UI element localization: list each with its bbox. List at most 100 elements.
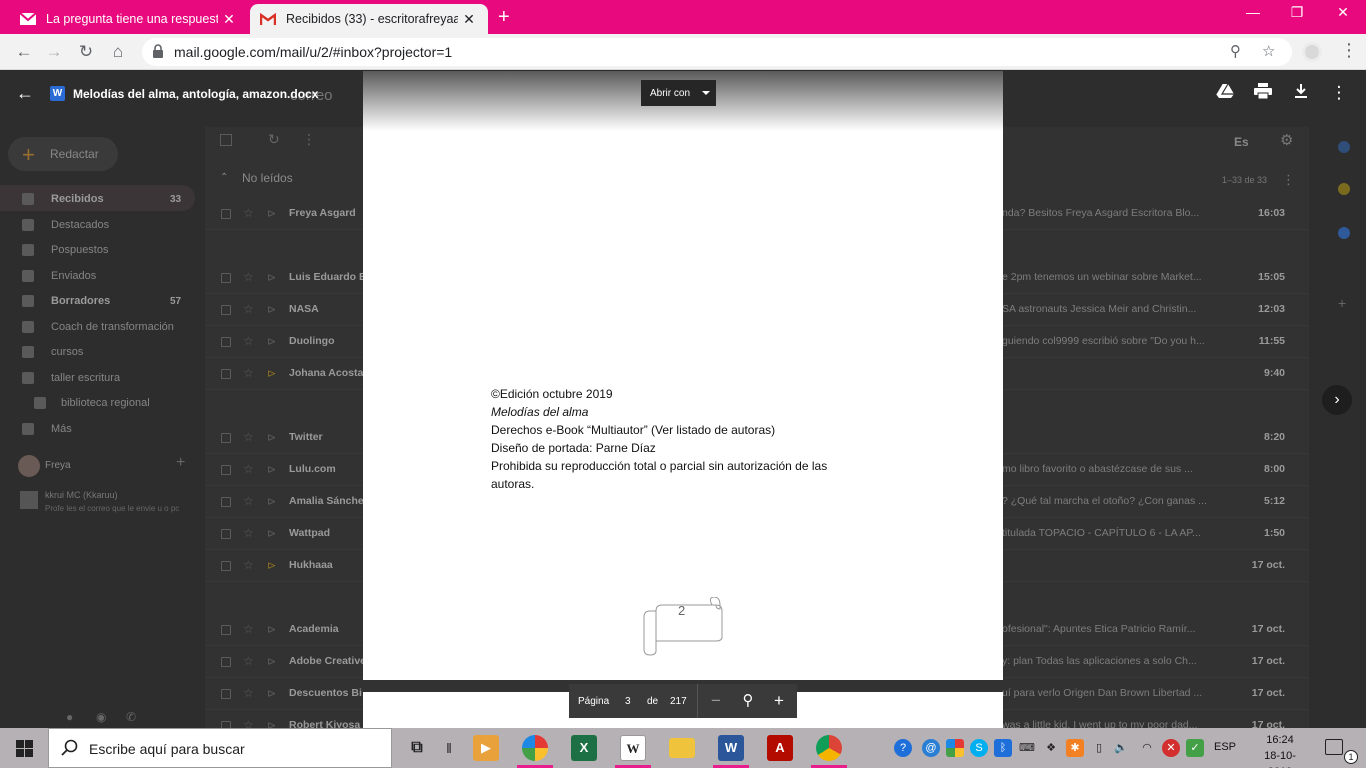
hangout-contact[interactable]: kkrui MC (Kkaruu) [45, 490, 118, 500]
row-checkbox[interactable] [221, 369, 231, 379]
important-marker-icon[interactable]: ⊳ [267, 655, 276, 668]
row-checkbox[interactable] [221, 465, 231, 475]
browser-tab-2-active[interactable]: Recibidos (33) - escritorafreyaasgard ✕ [250, 4, 488, 34]
office-tray-icon[interactable] [946, 739, 964, 757]
sidebar-item[interactable]: Coach de transformación [0, 315, 200, 339]
tasks-icon[interactable] [1338, 227, 1350, 239]
star-icon[interactable]: ☆ [243, 622, 254, 636]
refresh-icon[interactable]: ↻ [268, 131, 280, 148]
row-checkbox[interactable] [221, 625, 231, 635]
input-language-button[interactable]: Es [1234, 135, 1249, 149]
important-marker-icon[interactable]: ⊳ [267, 719, 276, 728]
close-viewer-back-icon[interactable]: ← [16, 83, 34, 104]
antivirus-alert-icon[interactable]: ✕ [1162, 739, 1180, 757]
forward-icon[interactable]: → [44, 42, 64, 62]
sidebar-item[interactable]: Destacados [0, 213, 200, 237]
row-checkbox[interactable] [221, 721, 231, 728]
zoom-icon[interactable]: ⚲ [1230, 42, 1241, 60]
action-center-icon[interactable] [1325, 739, 1343, 755]
sidebar-item[interactable]: Pospuestos [0, 238, 200, 262]
sidebar-item[interactable]: Más [0, 417, 200, 441]
acrobat-icon[interactable]: A [767, 735, 793, 761]
row-checkbox[interactable] [221, 209, 231, 219]
dropbox-icon[interactable]: ❖ [1042, 739, 1060, 757]
zoom-out-icon[interactable]: − [707, 691, 725, 711]
calendar-icon[interactable] [1338, 141, 1350, 153]
open-with-button[interactable]: Abrir con [641, 80, 716, 106]
avast-icon[interactable]: ✱ [1066, 739, 1084, 757]
section-heading[interactable]: No leídos [242, 171, 293, 185]
sync-icon[interactable]: @ [922, 739, 940, 757]
minimize-icon[interactable]: — [1230, 4, 1276, 20]
important-marker-icon[interactable]: ⊳ [267, 623, 276, 636]
person-icon[interactable]: ● [66, 710, 73, 724]
download-icon[interactable] [1290, 83, 1312, 104]
star-icon[interactable]: ☆ [243, 558, 254, 572]
add-hangout-icon[interactable]: + [176, 454, 185, 472]
star-icon[interactable]: ☆ [243, 366, 254, 380]
star-icon[interactable]: ☆ [243, 462, 254, 476]
important-marker-icon[interactable]: ⊳ [267, 335, 276, 348]
important-marker-icon[interactable]: ⊳ [267, 303, 276, 316]
excel-icon[interactable]: X [571, 735, 597, 761]
row-checkbox[interactable] [221, 657, 231, 667]
battery-icon[interactable]: ▯ [1090, 739, 1108, 757]
sidebar-item[interactable]: Enviados [0, 264, 200, 288]
wifi-icon[interactable]: ◠ [1138, 739, 1156, 757]
row-checkbox[interactable] [221, 497, 231, 507]
hangout-avatar[interactable] [18, 455, 40, 477]
address-bar[interactable]: mail.google.com/mail/u/2/#inbox?projecto… [142, 38, 1292, 66]
row-checkbox[interactable] [221, 561, 231, 571]
system-clock[interactable]: 16:24 18-10-2019 [1255, 732, 1305, 768]
star-icon[interactable]: ☆ [243, 302, 254, 316]
row-checkbox[interactable] [221, 305, 231, 315]
sidebar-item[interactable]: Recibidos 33 [0, 187, 200, 211]
sidebar-item[interactable]: cursos [0, 340, 200, 364]
star-icon[interactable]: ☆ [243, 334, 254, 348]
star-icon[interactable]: ☆ [243, 654, 254, 668]
keep-icon[interactable] [1338, 183, 1350, 195]
add-to-drive-icon[interactable] [1214, 83, 1236, 104]
sidebar-item[interactable]: taller escritura [0, 366, 200, 390]
row-checkbox[interactable] [221, 689, 231, 699]
bookmark-star-icon[interactable]: ☆ [1262, 42, 1275, 60]
reload-icon[interactable]: ↻ [76, 42, 96, 62]
volume-icon[interactable]: 🔈 [1112, 739, 1130, 757]
new-tab-icon[interactable]: + [498, 6, 510, 29]
star-icon[interactable]: ☆ [243, 270, 254, 284]
important-marker-icon[interactable]: ⊳ [267, 367, 276, 380]
important-marker-icon[interactable]: ⊳ [267, 495, 276, 508]
help-icon[interactable]: ? [894, 739, 912, 757]
select-all-checkbox[interactable] [220, 134, 232, 146]
star-icon[interactable]: ☆ [243, 686, 254, 700]
star-icon[interactable]: ☆ [243, 430, 254, 444]
close-tab-icon[interactable]: ✕ [220, 11, 238, 28]
important-marker-icon[interactable]: ⊳ [267, 463, 276, 476]
important-marker-icon[interactable]: ⊳ [267, 687, 276, 700]
chrome-icon[interactable] [816, 735, 842, 761]
keyboard-icon[interactable]: ⌨ [1018, 739, 1036, 757]
current-page-input[interactable]: 3 [625, 696, 631, 707]
zoom-in-icon[interactable]: + [770, 691, 788, 711]
star-icon[interactable]: ☆ [243, 718, 254, 728]
viewer-more-icon[interactable]: ⋮ [1328, 83, 1350, 103]
sidebar-item[interactable]: biblioteca regional [0, 391, 200, 415]
home-icon[interactable]: ⌂ [108, 42, 128, 62]
close-tab-icon[interactable]: ✕ [460, 11, 478, 28]
star-icon[interactable]: ☆ [243, 206, 254, 220]
important-marker-icon[interactable]: ⊳ [267, 559, 276, 572]
profile-avatar[interactable] [1302, 42, 1322, 62]
picasa-icon[interactable] [522, 735, 548, 761]
important-marker-icon[interactable]: ⊳ [267, 207, 276, 220]
more-actions-icon[interactable]: ⋮ [302, 131, 316, 148]
important-marker-icon[interactable]: ⊳ [267, 271, 276, 284]
browser-tab-1[interactable]: La pregunta tiene una respuesta ✕ [10, 4, 248, 34]
star-icon[interactable]: ☆ [243, 494, 254, 508]
chrome-menu-icon[interactable]: ⋮ [1340, 40, 1358, 61]
sidebar-item[interactable]: Borradores 57 [0, 289, 200, 313]
skype-icon[interactable]: S [970, 739, 988, 757]
zoom-fit-magnifier-icon[interactable]: ⚲ [739, 691, 757, 709]
wordpress-icon[interactable]: W [620, 735, 646, 761]
restore-icon[interactable]: ❐ [1274, 4, 1320, 21]
add-addon-icon[interactable]: + [1338, 295, 1346, 311]
